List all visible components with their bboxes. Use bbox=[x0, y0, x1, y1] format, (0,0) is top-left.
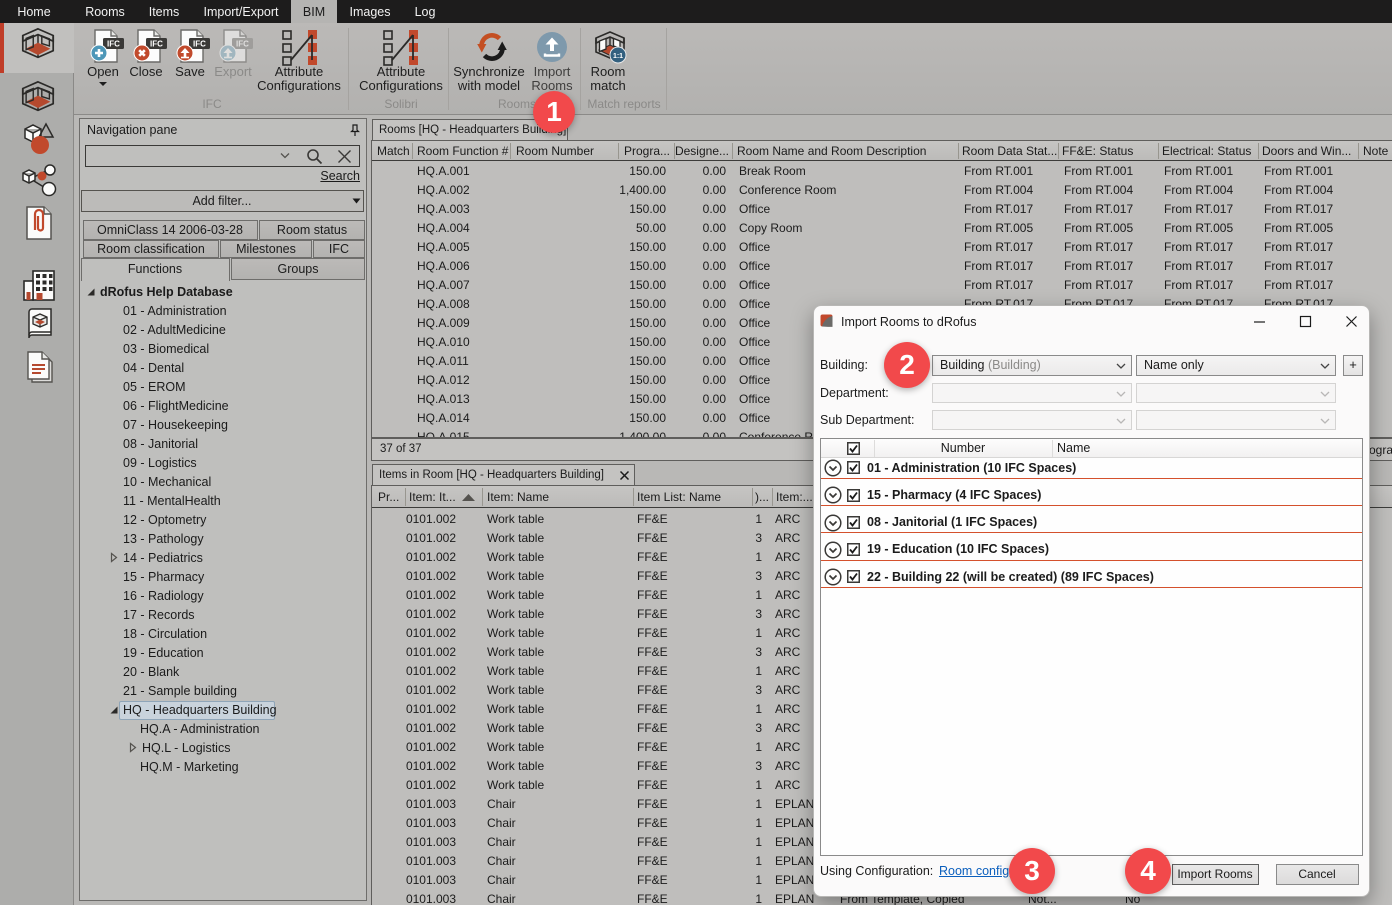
svg-text:IFC: IFC bbox=[150, 40, 163, 49]
svg-text:IFC: IFC bbox=[193, 40, 206, 49]
svg-text:1:1: 1:1 bbox=[613, 53, 623, 60]
svg-text:IFC: IFC bbox=[107, 40, 120, 49]
svg-text:IFC: IFC bbox=[236, 40, 249, 49]
